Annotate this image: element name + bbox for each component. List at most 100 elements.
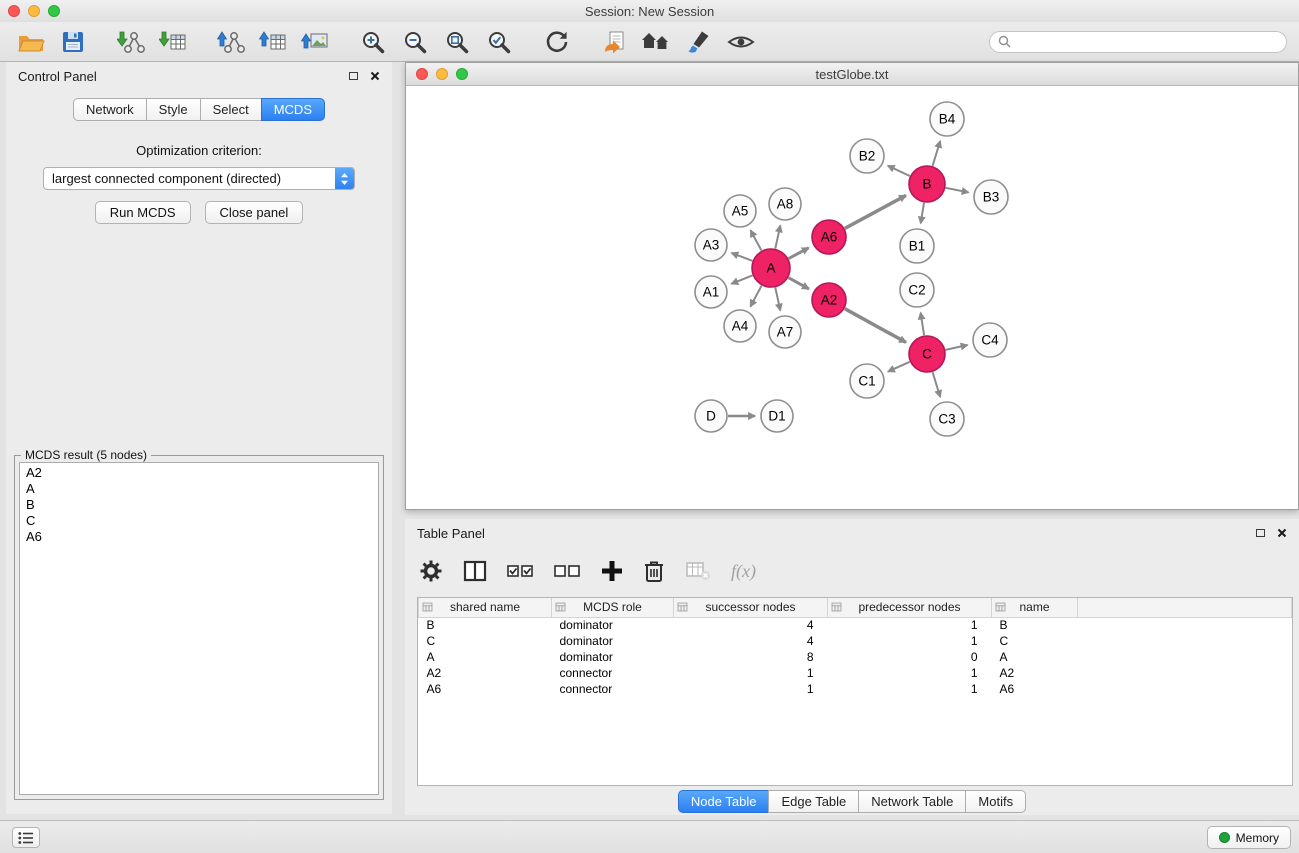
edge-C-C2[interactable] — [921, 313, 925, 336]
node-D1[interactable]: D1 — [761, 400, 793, 432]
node-A2[interactable]: A2 — [812, 283, 846, 317]
add-column-icon[interactable] — [601, 560, 623, 582]
edge-C-C4[interactable] — [946, 345, 968, 350]
cell-predecessor-nodes[interactable]: 1 — [828, 633, 992, 649]
node-A6[interactable]: A6 — [812, 220, 846, 254]
edge-A-A5[interactable] — [751, 230, 762, 250]
edge-A-A1[interactable] — [731, 275, 752, 283]
cell-name[interactable]: A — [992, 649, 1078, 665]
edge-A6-B[interactable] — [845, 195, 906, 228]
edge-B-B1[interactable] — [921, 203, 924, 224]
network-zoom-icon[interactable] — [456, 68, 468, 80]
delete-column-trash-icon[interactable] — [643, 559, 665, 583]
zoom-selected-icon[interactable] — [478, 25, 520, 59]
cell-mcds-role[interactable]: dominator — [552, 633, 674, 649]
edge-A-A4[interactable] — [750, 286, 761, 307]
node-A1[interactable]: A1 — [695, 276, 727, 308]
close-window-icon[interactable] — [8, 5, 20, 17]
cell-shared-name[interactable]: A2 — [419, 665, 552, 681]
show-details-eye-icon[interactable] — [720, 25, 762, 59]
network-close-icon[interactable] — [416, 68, 428, 80]
cell-mcds-role[interactable]: connector — [552, 665, 674, 681]
edge-A-A7[interactable] — [775, 288, 780, 311]
table-tab-network-table[interactable]: Network Table — [858, 790, 966, 813]
node-A8[interactable]: A8 — [769, 188, 801, 220]
task-history-list-icon[interactable] — [12, 827, 40, 848]
node-C1[interactable]: C1 — [850, 364, 884, 398]
cell-mcds-role[interactable]: connector — [552, 681, 674, 697]
network-minimize-icon[interactable] — [436, 68, 448, 80]
float-table-panel-icon[interactable] — [1256, 529, 1265, 537]
edge-A-A8[interactable] — [775, 226, 780, 249]
export-image-icon[interactable] — [294, 25, 336, 59]
cell-name[interactable]: A6 — [992, 681, 1078, 697]
cell-predecessor-nodes[interactable]: 1 — [828, 681, 992, 697]
table-row[interactable]: Cdominator41C — [419, 633, 1292, 649]
node-C[interactable]: C — [909, 336, 945, 372]
home-icon[interactable] — [636, 25, 678, 59]
zoom-in-icon[interactable] — [352, 25, 394, 59]
edge-A-A2[interactable] — [789, 278, 809, 289]
style-brush-icon[interactable] — [678, 25, 720, 59]
cell-name[interactable]: B — [992, 617, 1078, 633]
run-mcds-button[interactable]: Run MCDS — [95, 201, 191, 224]
cell-predecessor-nodes[interactable]: 1 — [828, 665, 992, 681]
table-settings-gear-icon[interactable] — [419, 559, 443, 583]
table-row[interactable]: Bdominator41B — [419, 617, 1292, 633]
table-row[interactable]: Adominator80A — [419, 649, 1292, 665]
node-B3[interactable]: B3 — [974, 180, 1008, 214]
node-A4[interactable]: A4 — [724, 310, 756, 342]
export-network-icon[interactable] — [210, 25, 252, 59]
table-row[interactable]: A6connector11A6 — [419, 681, 1292, 697]
refresh-icon[interactable] — [536, 25, 578, 59]
cell-mcds-role[interactable]: dominator — [552, 649, 674, 665]
edge-C-C3[interactable] — [933, 372, 941, 397]
edge-B-B2[interactable] — [888, 166, 910, 176]
edge-A2-C[interactable] — [845, 309, 906, 343]
cell-shared-name[interactable]: B — [419, 617, 552, 633]
table-tab-motifs[interactable]: Motifs — [965, 790, 1026, 813]
import-table-icon[interactable] — [152, 25, 194, 59]
node-A7[interactable]: A7 — [769, 316, 801, 348]
tab-network[interactable]: Network — [73, 98, 147, 121]
cell-shared-name[interactable]: A6 — [419, 681, 552, 697]
edge-B-B3[interactable] — [946, 188, 969, 193]
mcds-result-list[interactable]: A2ABCA6 — [19, 462, 379, 795]
zoom-window-icon[interactable] — [48, 5, 60, 17]
result-item[interactable]: B — [20, 497, 378, 513]
node-A5[interactable]: A5 — [724, 195, 756, 227]
close-table-panel-icon[interactable] — [1277, 528, 1287, 538]
zoom-out-icon[interactable] — [394, 25, 436, 59]
node-B4[interactable]: B4 — [930, 102, 964, 136]
deselect-all-rows-icon[interactable] — [554, 562, 581, 580]
cell-shared-name[interactable]: A — [419, 649, 552, 665]
cell-mcds-role[interactable]: dominator — [552, 617, 674, 633]
node-C3[interactable]: C3 — [930, 402, 964, 436]
search-input[interactable] — [1016, 35, 1278, 49]
cell-name[interactable]: C — [992, 633, 1078, 649]
optimization-criterion-dropdown[interactable]: largest connected component (directed) — [43, 167, 355, 190]
close-panel-icon[interactable] — [370, 71, 380, 81]
tab-mcds[interactable]: MCDS — [261, 98, 325, 121]
result-item[interactable]: C — [20, 513, 378, 529]
tab-style[interactable]: Style — [146, 98, 201, 121]
node-A3[interactable]: A3 — [695, 229, 727, 261]
memory-button[interactable]: Memory — [1207, 826, 1291, 849]
select-all-rows-icon[interactable] — [507, 562, 534, 580]
close-panel-button[interactable]: Close panel — [205, 201, 304, 224]
result-item[interactable]: A — [20, 481, 378, 497]
node-B1[interactable]: B1 — [900, 229, 934, 263]
table-tab-edge-table[interactable]: Edge Table — [768, 790, 859, 813]
import-network-icon[interactable] — [110, 25, 152, 59]
cell-predecessor-nodes[interactable]: 0 — [828, 649, 992, 665]
node-B2[interactable]: B2 — [850, 139, 884, 173]
cell-successor-nodes[interactable]: 4 — [674, 617, 828, 633]
column-header-successor-nodes[interactable]: successor nodes — [674, 598, 828, 617]
cell-successor-nodes[interactable]: 8 — [674, 649, 828, 665]
node-C2[interactable]: C2 — [900, 273, 934, 307]
tab-select[interactable]: Select — [200, 98, 262, 121]
node-B[interactable]: B — [909, 166, 945, 202]
column-header-predecessor-nodes[interactable]: predecessor nodes — [828, 598, 992, 617]
minimize-window-icon[interactable] — [28, 5, 40, 17]
cell-successor-nodes[interactable]: 4 — [674, 633, 828, 649]
